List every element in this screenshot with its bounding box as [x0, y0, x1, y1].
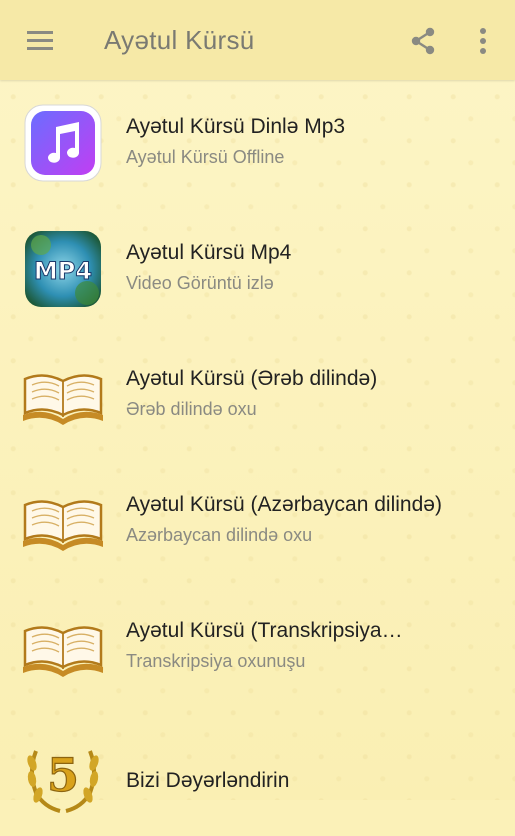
- five-star-laurel-icon: 5: [22, 740, 104, 822]
- share-icon[interactable]: [402, 20, 444, 62]
- list-item-subtitle: Azərbaycan dilində oxu: [126, 525, 313, 545]
- list-item-arabic[interactable]: Ayətul Kürsü (Ərəb dilində) Ərəb dilində…: [0, 332, 515, 458]
- page-title: Ayətul Kürsü: [104, 24, 255, 55]
- list-item-title: Ayətul Kürsü (Azərbaycan dilində): [126, 493, 442, 516]
- menu-list: Ayətul Kürsü Dinlə Mp3 Ayətul Kürsü Offl…: [0, 80, 515, 836]
- list-item-subtitle: Ayətul Kürsü Offline: [126, 147, 285, 167]
- mp4-video-icon: MP4: [22, 228, 104, 310]
- svg-text:5: 5: [47, 748, 79, 802]
- svg-text:MP4: MP4: [34, 257, 92, 285]
- list-item-title: Ayətul Kürsü Dinlə Mp3: [126, 115, 346, 138]
- hamburger-menu-icon[interactable]: [0, 0, 80, 80]
- more-vert-icon[interactable]: [466, 20, 500, 62]
- list-item-subtitle: Ərəb dilində oxu: [126, 399, 257, 419]
- open-book-icon: [22, 480, 104, 562]
- list-item-title: Bizi Dəyərləndirin: [126, 769, 290, 792]
- list-item-title: Ayətul Kürsü (Transkripsiya…: [126, 619, 403, 642]
- open-book-icon: [22, 606, 104, 688]
- list-item-azerbaijani[interactable]: Ayətul Kürsü (Azərbaycan dilində) Azərba…: [0, 458, 515, 584]
- list-item-subtitle: Video Görüntü izlə: [126, 273, 274, 293]
- music-note-icon: [22, 102, 104, 184]
- list-item-transcription[interactable]: Ayətul Kürsü (Transkripsiya… Transkripsi…: [0, 584, 515, 710]
- open-book-icon: [22, 354, 104, 436]
- list-item-title: Ayətul Kürsü Mp4: [126, 241, 292, 264]
- list-item-mp3[interactable]: Ayətul Kürsü Dinlə Mp3 Ayətul Kürsü Offl…: [0, 80, 515, 206]
- list-item-mp4[interactable]: MP4 Ayətul Kürsü Mp4 Video Görüntü izlə: [0, 206, 515, 332]
- list-item-subtitle: Transkripsiya oxunuşu: [126, 651, 306, 671]
- list-item-rate-us[interactable]: 5 Bizi Dəyərləndirin: [0, 710, 515, 836]
- list-item-title: Ayətul Kürsü (Ərəb dilində): [126, 367, 378, 390]
- app-bar: Ayətul Kürsü: [0, 0, 515, 80]
